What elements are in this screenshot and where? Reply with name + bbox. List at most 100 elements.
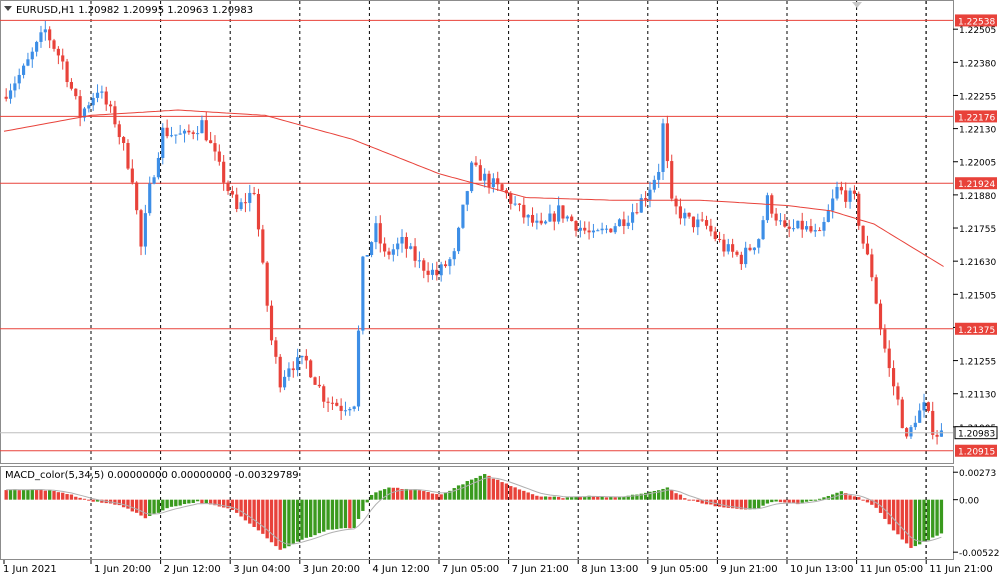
candle-body [735,251,739,255]
candle-body [474,162,478,166]
level-tag-label: 1.21375 [958,326,995,336]
trading-chart[interactable]: EURUSD,H1 1.20982 1.20995 1.20963 1.2098… [0,0,1000,579]
macd-bar [556,496,561,500]
macd-bar [809,499,813,501]
macd-bar [817,498,822,500]
macd-bar [487,475,491,500]
candle-body [156,157,160,178]
candle-body [896,386,900,400]
candle-body [826,210,830,222]
candle-body [126,142,130,169]
candle-body [565,216,569,219]
macd-bar [691,499,696,501]
macd-bar [300,499,304,540]
macd-bar [204,499,208,504]
candle-body [892,368,896,387]
candle-body [261,229,265,263]
candle-body [648,189,652,200]
macd-bar [774,499,778,502]
candle-body [300,355,304,358]
candle-body [496,178,500,185]
macd-tick-label: 0.00 [959,497,979,507]
macd-bar [243,499,248,521]
time-label: 3 Jun 20:00 [303,564,360,575]
candle-body [709,225,713,232]
macd-bar [87,499,91,501]
candle-body [918,410,922,423]
candle-body [761,220,765,240]
macd-bar [918,499,922,545]
macd-bar [178,499,182,506]
macd-bar [82,498,87,500]
candle-body [287,368,291,377]
macd-bar [39,489,43,500]
macd-bar [848,495,852,500]
level-tag-label: 1.22176 [958,113,995,123]
candle-body [404,236,408,249]
candle-body [535,220,539,223]
macd-bar [430,493,435,500]
candle-body [278,356,282,388]
candle-body [796,220,800,229]
macd-bar [130,499,134,512]
candle-body [91,97,95,106]
candle-body [748,247,752,251]
macd-bar [439,494,443,500]
price-tick-label: 1.21630 [959,258,996,268]
candle-body [243,202,247,204]
macd-bar [904,499,909,544]
macd-bar [48,490,52,500]
level-tag-label: 1.20915 [958,448,995,458]
macd-bar [269,499,274,543]
macd-bar [852,496,857,500]
candle-body [852,190,856,194]
candle-body [283,376,287,388]
candle-body [113,106,117,125]
candle-body [413,246,417,261]
candle-body [274,340,278,357]
candle-body [352,406,356,409]
candle-body [778,220,783,222]
macd-bar [256,499,261,531]
candle-body [465,191,469,205]
candle-body [174,134,178,136]
candle-body [878,303,883,330]
macd-bar [861,499,865,501]
time-label: 7 Jun 21:00 [512,564,569,575]
macd-bar [248,499,252,524]
candle-body [613,226,617,233]
macd-bar [378,490,382,500]
macd-bar [91,499,95,502]
candle-body [722,239,726,252]
macd-bar [491,478,496,500]
macd-bar [13,489,17,500]
macd-bar [800,499,804,503]
candle-body [296,357,300,371]
macd-bar [78,497,82,500]
candle-body [604,228,609,230]
candle-body [378,223,382,244]
time-label: 4 Jun 12:00 [372,564,429,575]
macd-bar [530,494,535,500]
candle-body [387,251,391,255]
candle-body [783,220,787,227]
candle-body [552,213,556,222]
candle-body [448,259,452,267]
macd-bar [26,489,30,500]
macd-bar [326,499,330,530]
candle-body [631,212,635,223]
candle-body [48,29,52,41]
macd-bar [195,499,200,502]
chart-canvas[interactable]: EURUSD,H1 1.20982 1.20995 1.20963 1.2098… [0,0,1000,579]
candle-body [539,220,543,224]
time-label: 2 Jun 12:00 [164,564,221,575]
candle-body [600,228,604,231]
time-label: 10 Jun 13:00 [790,564,854,575]
candle-body [169,135,174,137]
candle-body [4,96,8,99]
candle-body [500,184,504,191]
time-label: 9 Jun 21:00 [720,564,777,575]
macd-bar [765,499,770,504]
price-tick-label: 1.22255 [959,92,996,102]
price-tick-label: 1.21755 [959,225,996,235]
